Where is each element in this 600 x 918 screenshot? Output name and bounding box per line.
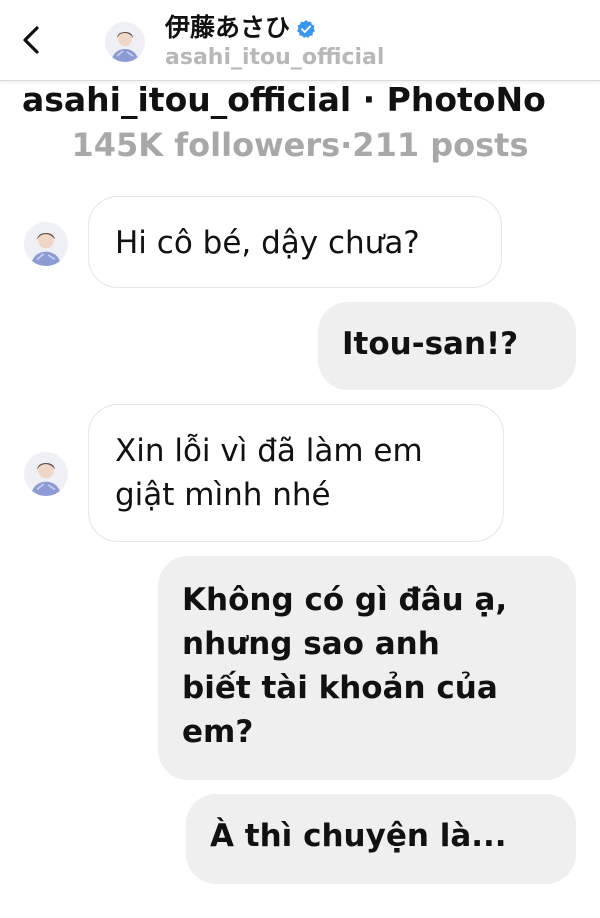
avatar[interactable] xyxy=(105,22,145,62)
message-text: biết tài khoản của xyxy=(182,670,498,706)
avatar[interactable] xyxy=(24,222,68,266)
message-bubble-incoming[interactable]: Hi cô bé, dậy chưa? xyxy=(88,196,502,288)
contact-username: asahi_itou_official xyxy=(165,45,385,70)
message-text: À thì chuyện là... xyxy=(210,818,507,854)
message-text: nhưng sao anh xyxy=(182,626,440,662)
message-bubble-outgoing[interactable]: Không có gì đâu ạ, nhưng sao anh biết tà… xyxy=(158,556,576,780)
chat-header: 伊藤あさひ asahi_itou_official xyxy=(0,0,600,81)
message-text: giật mình nhé xyxy=(115,477,331,513)
profile-title: asahi_itou_official · PhotoNo xyxy=(22,80,546,119)
display-name: 伊藤あさひ xyxy=(165,13,291,42)
message-bubble-outgoing[interactable]: Itou-san!? xyxy=(318,302,576,390)
profile-stats: 145K followers·211 posts xyxy=(71,126,529,164)
message-text: Hi cô bé, dậy chưa? xyxy=(115,225,420,261)
avatar[interactable] xyxy=(24,452,68,496)
chevron-left-icon[interactable] xyxy=(14,22,50,58)
message-text: Itou-san!? xyxy=(342,326,519,362)
contact-name[interactable]: 伊藤あさひ xyxy=(165,8,316,44)
message-text: Không có gì đâu ạ, xyxy=(182,582,508,618)
message-bubble-incoming[interactable]: Xin lỗi vì đã làm em giật mình nhé xyxy=(88,404,504,542)
verified-badge-icon xyxy=(296,16,316,38)
message-bubble-outgoing[interactable]: À thì chuyện là... xyxy=(186,794,576,884)
message-text: em? xyxy=(182,714,254,750)
message-text: Xin lỗi vì đã làm em xyxy=(115,433,423,469)
